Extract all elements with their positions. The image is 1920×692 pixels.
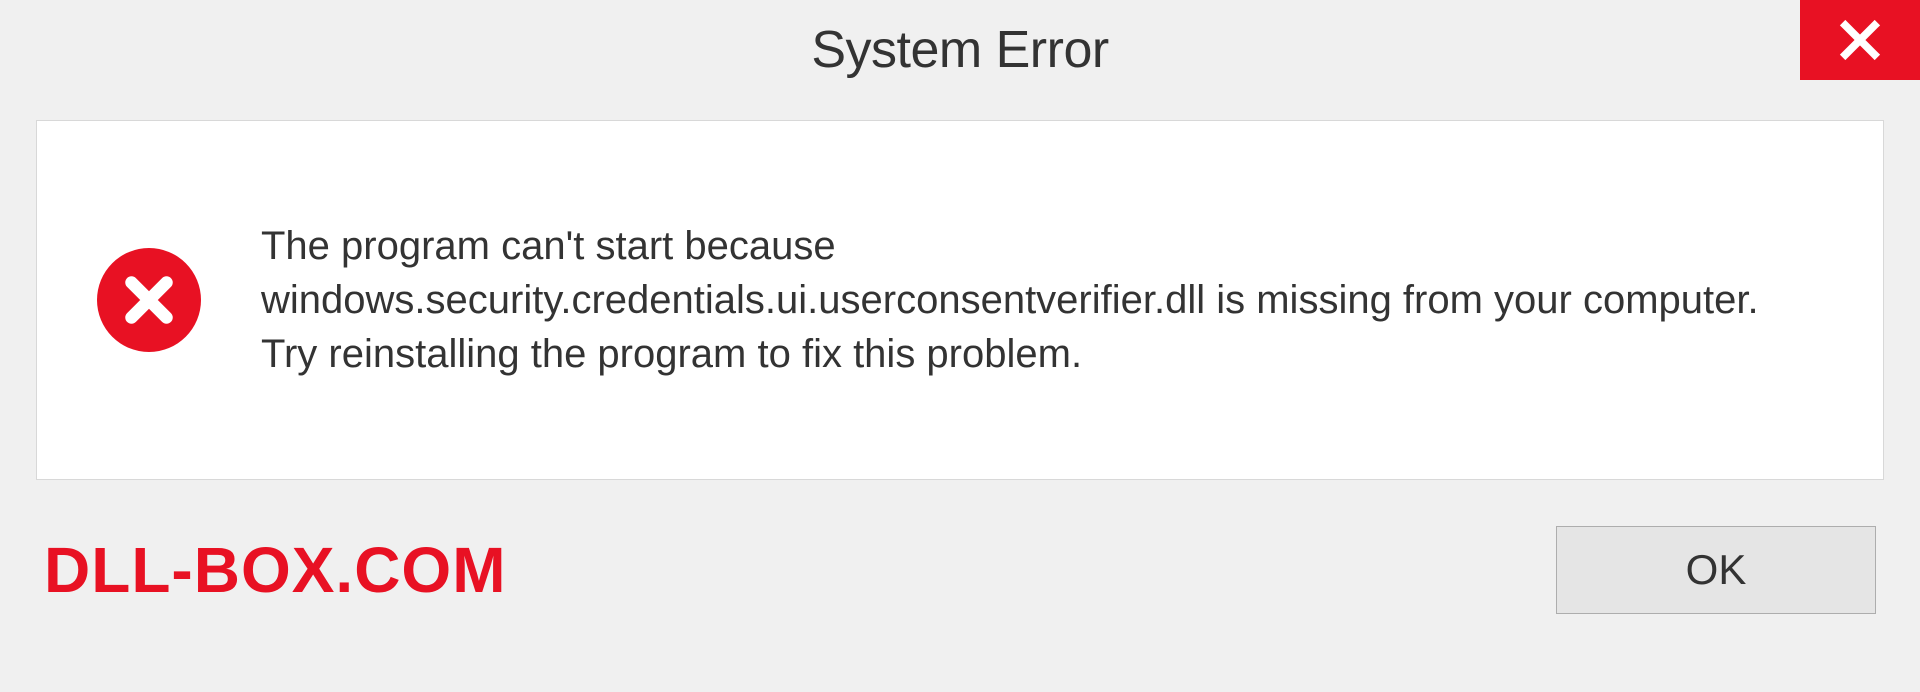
watermark-text: DLL-BOX.COM (44, 533, 507, 607)
titlebar: System Error (0, 0, 1920, 100)
message-panel: The program can't start because windows.… (36, 120, 1884, 480)
error-icon-wrap (97, 248, 201, 352)
footer: DLL-BOX.COM OK (36, 480, 1884, 660)
close-icon (1838, 18, 1882, 62)
ok-button[interactable]: OK (1556, 526, 1876, 614)
error-circle-x-icon (97, 248, 201, 352)
close-button[interactable] (1800, 0, 1920, 80)
ok-button-label: OK (1686, 546, 1747, 594)
window-title: System Error (811, 20, 1108, 80)
error-message: The program can't start because windows.… (261, 219, 1761, 381)
